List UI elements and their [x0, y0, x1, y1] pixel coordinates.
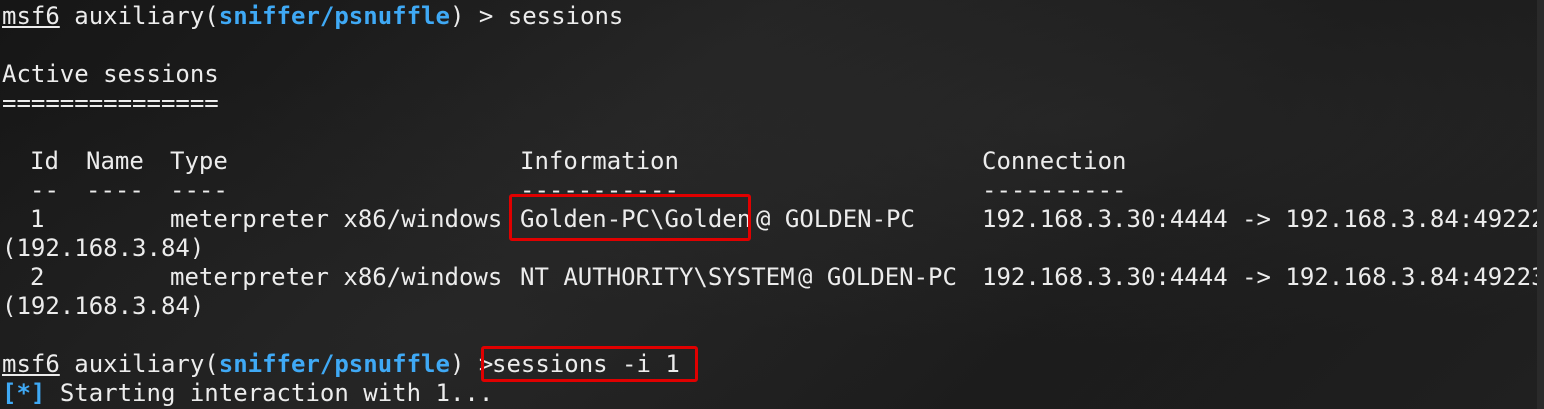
column-header-connection: Connection [982, 147, 1127, 175]
scrollbar[interactable] [1537, 0, 1544, 409]
sessions-heading-underline: =============== [2, 89, 219, 117]
prompt-close: ) > [449, 2, 494, 30]
separator-name: ---- [86, 176, 144, 204]
separator-connection: ---------- [982, 176, 1127, 204]
highlight-box-command [481, 346, 698, 382]
sessions-heading: Active sessions [2, 60, 219, 88]
session-row-2-type: meterpreter x86/windows [170, 263, 503, 291]
session-row-2-host: @ GOLDEN-PC [798, 263, 957, 291]
prompt-line-1: msf6 auxiliary(sniffer/psnuffle) > sessi… [2, 2, 623, 31]
terminal-window[interactable]: msf6 auxiliary(sniffer/psnuffle) > sessi… [0, 0, 1544, 409]
separator-type: ---- [170, 176, 228, 204]
column-header-name: Name [86, 147, 144, 175]
module-name: sniffer/psnuffle [218, 2, 450, 30]
separator-id: -- [30, 176, 59, 204]
column-header-information: Information [520, 147, 679, 175]
session-row-1-host: @ GOLDEN-PC [756, 205, 915, 233]
session-row-1-id: 1 [30, 205, 45, 233]
auxiliary-label-2: auxiliary( [74, 350, 219, 378]
msf-prompt: msf6 [2, 2, 60, 30]
module-name-2: sniffer/psnuffle [218, 350, 450, 378]
session-row-2-user: NT AUTHORITY\SYSTEM [520, 263, 795, 291]
status-marker: [*] [2, 379, 46, 407]
auxiliary-label: auxiliary( [74, 2, 219, 30]
highlight-box-user [509, 194, 751, 241]
status-text: Starting interaction with 1... [59, 379, 494, 407]
column-header-id: Id [30, 147, 59, 175]
msf-prompt-2: msf6 [2, 350, 60, 378]
session-row-1-type: meterpreter x86/windows [170, 205, 503, 233]
column-header-type: Type [170, 147, 228, 175]
command-sessions: sessions [507, 2, 624, 30]
session-row-1-wrap: (192.168.3.84) [2, 234, 205, 262]
session-row-1-connection: 192.168.3.30:4444 -> 192.168.3.84:49222 [982, 205, 1544, 233]
session-row-2-id: 2 [30, 263, 45, 291]
prompt-line-2: msf6 auxiliary(sniffer/psnuffle) > [2, 350, 493, 379]
session-row-2-connection: 192.168.3.30:4444 -> 192.168.3.84:49223 [982, 263, 1544, 291]
session-row-2-wrap: (192.168.3.84) [2, 292, 205, 320]
status-line: [*] Starting interaction with 1... [2, 379, 493, 408]
